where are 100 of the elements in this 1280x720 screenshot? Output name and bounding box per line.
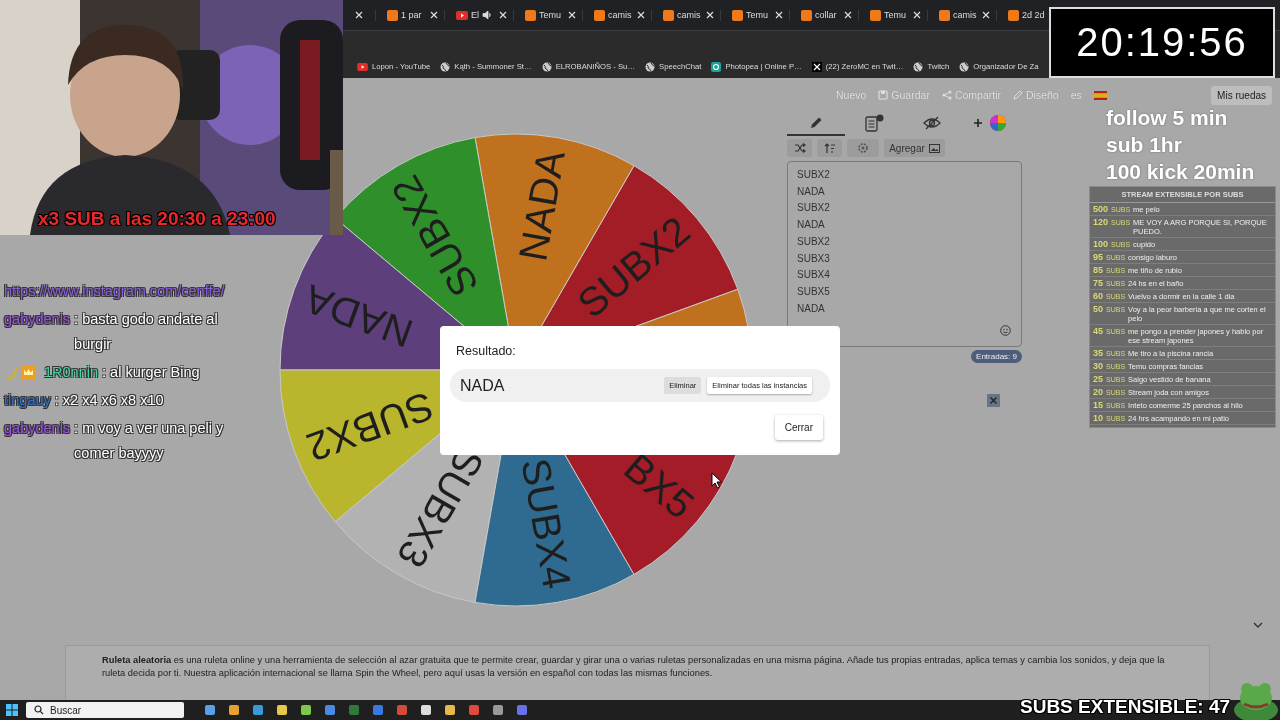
entry-text: NADA <box>797 184 826 199</box>
windows-icon[interactable] <box>6 704 18 716</box>
add-image-button[interactable]: Agregar <box>884 139 945 157</box>
site-icon <box>801 9 812 21</box>
globe-icon <box>959 61 970 72</box>
close-button[interactable]: Cerrar <box>774 415 823 440</box>
tab-title[interactable]: camis <box>677 10 701 20</box>
subs-count: 15 <box>1093 400 1103 410</box>
search-field[interactable]: Buscar <box>26 702 184 718</box>
my-wheels-button[interactable]: Mis ruedas <box>1211 85 1272 105</box>
search-icon <box>34 705 44 715</box>
pencil-icon <box>809 116 823 130</box>
save-icon <box>878 90 889 100</box>
app-icon[interactable] <box>276 704 288 716</box>
subs-count: 35 <box>1093 348 1103 358</box>
globe-icon <box>645 61 656 72</box>
play-icon <box>357 62 368 71</box>
clipboard-icon <box>864 114 884 132</box>
chat-message: : m voy a ver una peli y comer bayyyy <box>74 419 225 464</box>
entries-count-badge: Entradas: 9 <box>971 350 1022 363</box>
color-wheel-icon <box>989 114 1007 132</box>
entry-text: SUBX2 <box>797 201 831 216</box>
site-icon <box>732 9 743 21</box>
description-paragraph: Ruleta aleatoria es una ruleta online y una herramienta de selección al azar gratuita que te permite crear, guardar y girar una o varias ruletas personalizadas en una misma página. Añade tus propias entradas, aplica temas y cambia los sonidos, y deja que la ruleta decida por ti. Nuestra aplicación internacional se llama Spin the Wheel, pero aquí usas la versión en español con todas las mismas funciones. <box>102 654 1166 680</box>
site-icon <box>870 9 881 21</box>
tab-title[interactable]: El <box>471 10 479 20</box>
app-icon[interactable] <box>204 704 216 716</box>
entry-text: SUBX5 <box>797 284 831 299</box>
subs-count: 20 <box>1093 387 1103 397</box>
globe-icon <box>440 61 451 72</box>
close-icon[interactable] <box>844 11 852 19</box>
app-icon[interactable] <box>252 704 264 716</box>
tab-title[interactable]: 1 par <box>401 10 422 20</box>
close-icon[interactable] <box>982 11 990 19</box>
subs-count: 75 <box>1093 278 1103 288</box>
smiley-icon[interactable] <box>1000 325 1011 336</box>
caption-text: x3 SUB a las 20:30 a 23:00 <box>38 208 276 230</box>
close-icon[interactable] <box>775 11 783 19</box>
cursor-icon <box>711 472 723 489</box>
tab-title[interactable]: camis <box>608 10 632 20</box>
sort-icon <box>823 142 836 154</box>
plus-icon <box>973 118 983 128</box>
gear-icon <box>857 142 869 154</box>
shuffle-button[interactable] <box>787 139 812 157</box>
site-icon <box>939 9 950 21</box>
app-icon[interactable] <box>300 704 312 716</box>
entry-text: NADA <box>797 301 826 316</box>
close-icon[interactable] <box>355 11 363 19</box>
close-icon[interactable] <box>913 11 921 19</box>
slice-label: NADA <box>510 146 573 265</box>
site-icon <box>387 9 398 21</box>
close-icon[interactable] <box>430 11 438 19</box>
entry-text: SUBX3 <box>797 251 831 266</box>
settings-button[interactable] <box>847 139 879 157</box>
goal-text: follow 5 min <box>1106 105 1228 131</box>
entry-text: SUBX4 <box>797 268 831 283</box>
chevron-down-icon[interactable] <box>1253 621 1263 629</box>
x-logo-icon <box>811 61 822 72</box>
shuffle-icon <box>793 143 806 153</box>
entry-text: SUBX2 <box>797 234 831 249</box>
close-icon[interactable] <box>499 11 507 19</box>
app-icon[interactable] <box>492 704 504 716</box>
entry-text: NADA <box>797 218 826 233</box>
site-icon <box>594 9 605 21</box>
subs-count: 100 <box>1093 239 1109 249</box>
play-icon <box>456 10 468 20</box>
share-icon <box>941 90 952 100</box>
app-icon[interactable] <box>228 704 240 716</box>
flag-icon <box>1093 90 1107 100</box>
subs-count: 30 <box>1093 361 1103 371</box>
close-icon[interactable] <box>568 11 576 19</box>
app-icon[interactable] <box>444 704 456 716</box>
result-text: NADA <box>460 376 505 395</box>
globe-icon <box>541 61 552 72</box>
chat-message: : x2 x4 x6 x8 x10 <box>54 391 165 410</box>
chat-message: : basta godo andate al burgir <box>74 310 219 354</box>
timer-display: 20:19:56 <box>1049 7 1275 78</box>
tab-title[interactable]: Temu <box>539 10 561 20</box>
close-icon[interactable] <box>706 11 714 19</box>
subs-count: 45 <box>1093 326 1103 336</box>
site-icon <box>1008 9 1019 21</box>
tab-title[interactable]: camis <box>953 10 977 20</box>
speaker-icon[interactable] <box>482 10 492 20</box>
subs-count: 85 <box>1093 265 1103 275</box>
close-icon[interactable] <box>637 11 645 19</box>
photopea-icon <box>711 61 722 72</box>
dialog-title: Resultado: <box>456 344 517 358</box>
slice-label: SUBX4 <box>513 455 580 592</box>
subs-count: 500 <box>1093 204 1109 214</box>
entry-text: SUBX2 <box>797 168 831 182</box>
goal-text: 100 kick 20min <box>1106 159 1255 185</box>
subs-count: 10 <box>1093 413 1103 423</box>
app-icon[interactable] <box>420 704 432 716</box>
tab-title[interactable]: Temu <box>746 10 768 20</box>
eye-slash-icon <box>923 116 941 130</box>
tab-title[interactable]: Temu <box>884 10 906 20</box>
tab-title[interactable]: collar <box>815 10 837 20</box>
sort-button[interactable] <box>817 139 842 157</box>
tab-title[interactable]: 2d 2d <box>1022 10 1045 20</box>
site-icon <box>663 9 674 21</box>
